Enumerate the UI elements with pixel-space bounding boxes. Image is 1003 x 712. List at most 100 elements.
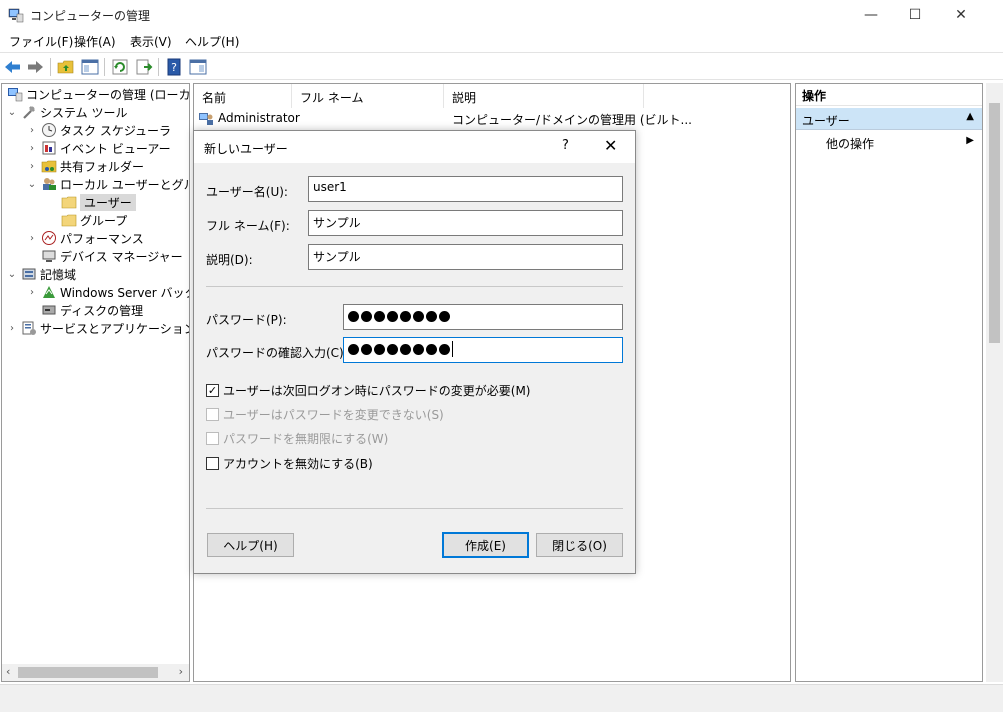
confirm-password-field[interactable]: [343, 337, 623, 363]
tree-label: ローカル ユーザーとグループ: [60, 177, 189, 192]
tree-label: イベント ビューアー: [60, 141, 171, 156]
must-change-password-checkbox[interactable]: ✓ ユーザーは次回ログオン時にパスワードの変更が必要(M): [206, 382, 530, 399]
show-hide-tree-icon[interactable]: [80, 57, 100, 77]
help-icon[interactable]: ?: [562, 138, 569, 153]
checkbox-box[interactable]: [206, 432, 219, 445]
scroll-right-icon[interactable]: ›: [179, 665, 183, 678]
scroll-left-icon[interactable]: ‹: [6, 665, 10, 678]
other-actions-item[interactable]: 他の操作: [826, 135, 874, 152]
collapse-icon[interactable]: ▲: [966, 111, 974, 122]
chevron-right-icon[interactable]: ›: [26, 233, 38, 244]
help-book-icon[interactable]: ?: [164, 57, 184, 77]
svg-text:?: ?: [171, 61, 177, 74]
password-dot: [361, 343, 372, 355]
chevron-right-icon[interactable]: ›: [26, 287, 38, 298]
actions-section-users[interactable]: ユーザー ▲: [796, 108, 982, 130]
up-folder-icon[interactable]: [56, 57, 76, 77]
checkbox-box[interactable]: [206, 408, 219, 421]
checkbox-label: アカウントを無効にする(B): [223, 457, 373, 471]
create-button[interactable]: 作成(E): [442, 532, 529, 558]
account-disabled-checkbox[interactable]: アカウントを無効にする(B): [206, 455, 373, 472]
close-button[interactable]: 閉じる(O): [536, 533, 623, 557]
tree-item-device-manager[interactable]: デバイス マネージャー: [26, 247, 183, 265]
forward-arrow-icon[interactable]: [25, 57, 45, 77]
chevron-right-icon[interactable]: ›: [6, 323, 18, 334]
chevron-down-icon[interactable]: ⌄: [6, 269, 18, 280]
chevron-down-icon[interactable]: ⌄: [26, 179, 38, 190]
user-icon: [199, 113, 213, 125]
tree-label: デバイス マネージャー: [60, 249, 183, 264]
tree-label: 共有フォルダー: [60, 159, 145, 174]
tree-label: 記憶域: [40, 267, 77, 282]
checkbox-box[interactable]: [206, 457, 219, 470]
minimize-button[interactable]: —: [848, 0, 894, 30]
password-dot: [361, 310, 372, 322]
tree-item-root[interactable]: コンピューターの管理 (ローカル): [4, 85, 189, 103]
password-dot: [426, 310, 437, 322]
password-dot: [374, 343, 385, 355]
column-header-fullname[interactable]: フル ネーム: [292, 84, 444, 108]
column-header-name[interactable]: 名前: [194, 84, 292, 108]
scroll-thumb[interactable]: [18, 667, 158, 678]
close-window-button[interactable]: ✕: [938, 0, 984, 30]
tree-item-disk-management[interactable]: ディスクの管理: [26, 301, 143, 319]
username-label: ユーザー名(U):: [206, 185, 288, 199]
toolbar-separator: [104, 58, 105, 76]
password-dot: [374, 310, 385, 322]
description-field[interactable]: サンプル: [308, 244, 623, 270]
tree-item-task-scheduler[interactable]: › タスク スケジューラ: [26, 121, 171, 139]
menu-action[interactable]: 操作(A): [74, 33, 116, 50]
back-arrow-icon[interactable]: [3, 57, 23, 77]
dialog-title-bar: 新しいユーザー ? ✕: [194, 131, 635, 163]
menu-bar: ファイル(F) 操作(A) 表示(V) ヘルプ(H): [0, 30, 1003, 52]
chevron-right-icon[interactable]: ›: [26, 161, 38, 172]
clock-icon: [42, 123, 56, 137]
column-header-description[interactable]: 説明: [444, 84, 644, 108]
chevron-right-icon[interactable]: ›: [26, 125, 38, 136]
chevron-right-icon[interactable]: ›: [26, 143, 38, 154]
tree-item-groups[interactable]: グループ: [46, 211, 127, 229]
menu-view[interactable]: 表示(V): [130, 33, 172, 50]
maximize-button[interactable]: ☐: [892, 0, 938, 30]
window-vertical-scrollbar[interactable]: [986, 83, 1003, 682]
toolbar-separator: [50, 58, 51, 76]
tree-item-windows-server-backup[interactable]: › Windows Server バックア: [26, 283, 189, 301]
checkbox-label: パスワードを無期限にする(W): [223, 432, 389, 446]
scroll-thumb[interactable]: [989, 103, 1000, 343]
password-dot: [348, 343, 359, 355]
actions-pane: 操作 ユーザー ▲ 他の操作 ▶: [795, 83, 983, 682]
tree-label: グループ: [80, 213, 128, 228]
tree-item-storage[interactable]: ⌄ 記憶域: [6, 265, 76, 283]
show-action-pane-icon[interactable]: [188, 57, 208, 77]
menu-help[interactable]: ヘルプ(H): [185, 33, 239, 50]
menu-file[interactable]: ファイル(F): [9, 33, 73, 50]
export-list-icon[interactable]: [134, 57, 154, 77]
tree-label: Windows Server バックア: [60, 285, 189, 300]
divider: [206, 286, 623, 287]
tree-item-system-tools[interactable]: ⌄ システム ツール: [6, 103, 128, 121]
tree-item-users[interactable]: ユーザー: [46, 193, 136, 211]
password-dot: [413, 343, 424, 355]
password-label: パスワード(P):: [206, 313, 287, 327]
password-masked-value: [348, 308, 452, 324]
chevron-down-icon[interactable]: ⌄: [6, 107, 18, 118]
tree-item-event-viewer[interactable]: › イベント ビューアー: [26, 139, 171, 157]
password-dot: [413, 310, 424, 322]
tree-horizontal-scrollbar[interactable]: ‹ ›: [2, 664, 189, 681]
tree-item-local-users-groups[interactable]: ⌄ ローカル ユーザーとグループ: [26, 175, 189, 193]
tree-item-services-apps[interactable]: › サービスとアプリケーション: [6, 319, 189, 337]
help-button[interactable]: ヘルプ(H): [207, 533, 294, 557]
fullname-field[interactable]: サンプル: [308, 210, 623, 236]
tree-item-shared-folders[interactable]: › 共有フォルダー: [26, 157, 144, 175]
cannot-change-password-checkbox[interactable]: ユーザーはパスワードを変更できない(S): [206, 406, 444, 423]
username-field[interactable]: user1: [308, 176, 623, 202]
password-dot: [439, 343, 450, 355]
tree-item-performance[interactable]: › パフォーマンス: [26, 229, 144, 247]
cell-description: コンピューター/ドメインの管理用 (ビルト...: [452, 113, 692, 127]
password-never-expires-checkbox[interactable]: パスワードを無期限にする(W): [206, 430, 388, 447]
password-field[interactable]: [343, 304, 623, 330]
password-dot: [387, 343, 398, 355]
close-icon[interactable]: ✕: [604, 136, 617, 155]
refresh-icon[interactable]: [110, 57, 130, 77]
checkbox-box[interactable]: ✓: [206, 384, 219, 397]
